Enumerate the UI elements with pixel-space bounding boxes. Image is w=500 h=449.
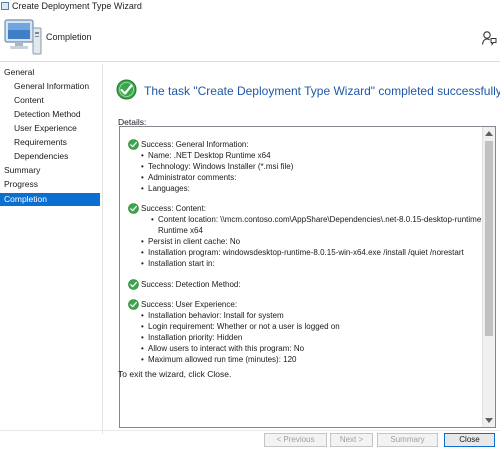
- detail-item: Installation behavior: Install for syste…: [141, 311, 284, 320]
- section-user-experience-title: Success: User Experience:: [141, 300, 238, 309]
- next-button[interactable]: Next >: [330, 433, 373, 447]
- completion-message: The task "Create Deployment Type Wizard"…: [144, 84, 500, 98]
- detail-item: Installation priority: Hidden: [141, 333, 242, 342]
- title-bar: Create Deployment Type Wizard: [0, 0, 500, 12]
- scrollbar-thumb[interactable]: [485, 141, 493, 336]
- section-content-title: Success: Content:: [141, 204, 206, 213]
- scroll-up-arrow-icon[interactable]: [485, 131, 493, 136]
- details-textbox[interactable]: Success: General Information: Name: .NET…: [119, 126, 496, 428]
- detail-item: Name: .NET Desktop Runtime x64: [141, 151, 271, 160]
- window-title: Create Deployment Type Wizard: [12, 1, 142, 11]
- nav-completion[interactable]: Completion: [0, 193, 100, 206]
- app-icon: [1, 2, 9, 10]
- detail-item: Installation program: windowsdesktop-run…: [141, 248, 464, 257]
- nav-general[interactable]: General: [0, 66, 100, 79]
- close-button[interactable]: Close: [444, 433, 495, 447]
- nav-dependencies[interactable]: Dependencies: [0, 150, 100, 163]
- detail-item: Installation start in:: [141, 259, 215, 268]
- details-scrollbar[interactable]: [482, 127, 495, 427]
- section-detection-title: Success: Detection Method:: [141, 280, 241, 289]
- header-title: Completion: [46, 32, 92, 42]
- nav-general-information[interactable]: General Information: [0, 80, 100, 93]
- detail-item: Persist in client cache: No: [141, 237, 240, 246]
- details-content: Success: General Information: Name: .NET…: [120, 127, 482, 427]
- detail-item: Login requirement: Whether or not a user…: [141, 322, 340, 331]
- nav-progress[interactable]: Progress: [0, 178, 100, 191]
- scroll-down-arrow-icon[interactable]: [485, 418, 493, 423]
- nav-detection-method[interactable]: Detection Method: [0, 108, 100, 121]
- help-person-icon[interactable]: [481, 30, 497, 46]
- footer-divider: [0, 430, 500, 431]
- computer-icon: [4, 19, 42, 55]
- success-check-icon: [128, 203, 139, 214]
- detail-item: Maximum allowed run time (minutes): 120: [141, 355, 296, 364]
- detail-item: Languages:: [141, 184, 190, 193]
- previous-button[interactable]: < Previous: [264, 433, 327, 447]
- nav-summary[interactable]: Summary: [0, 164, 100, 177]
- section-general-title: Success: General Information:: [141, 140, 249, 149]
- nav-user-experience[interactable]: User Experience: [0, 122, 100, 135]
- success-check-icon: [128, 139, 139, 150]
- detail-item: Administrator comments:: [141, 173, 237, 182]
- detail-item: Technology: Windows Installer (*.msi fil…: [141, 162, 293, 171]
- success-check-icon: [116, 79, 137, 100]
- wizard-steps-nav: General General Information Content Dete…: [0, 64, 101, 449]
- nav-content[interactable]: Content: [0, 94, 100, 107]
- exit-instructions: To exit the wizard, click Close.: [118, 369, 232, 379]
- success-check-icon: [128, 299, 139, 310]
- sidebar-divider: [102, 64, 103, 434]
- nav-requirements[interactable]: Requirements: [0, 136, 100, 149]
- main-panel: The task "Create Deployment Type Wizard"…: [108, 64, 500, 449]
- wizard-header: Completion: [0, 12, 500, 62]
- detail-item-continued: Runtime x64: [158, 226, 203, 235]
- summary-button[interactable]: Summary: [377, 433, 438, 447]
- detail-item: Allow users to interact with this progra…: [141, 344, 304, 353]
- success-check-icon: [128, 279, 139, 290]
- detail-item: Content location: \\mcm.contoso.com\AppS…: [151, 215, 481, 224]
